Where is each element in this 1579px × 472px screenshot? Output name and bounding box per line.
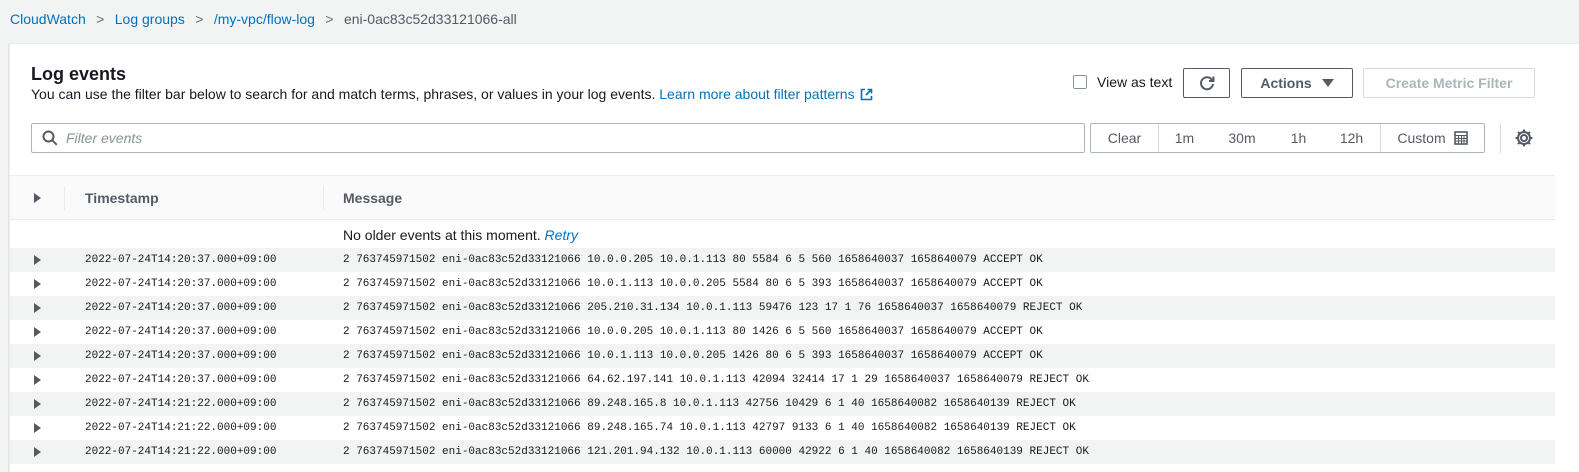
table-row[interactable]: 2022-07-24T14:20:37.000+09:00 2 763745971… xyxy=(10,272,1555,296)
expand-row-icon[interactable] xyxy=(34,303,41,313)
actions-label: Actions xyxy=(1260,75,1312,91)
row-message: 2 763745971502 eni-0ac83c52d33121066 205… xyxy=(343,302,1083,314)
breadcrumb: CloudWatch > Log groups > /my-vpc/flow-l… xyxy=(10,10,517,28)
row-timestamp: 2022-07-24T14:20:37.000+09:00 xyxy=(85,374,277,386)
expand-row-icon[interactable] xyxy=(34,279,41,289)
search-icon xyxy=(42,130,58,146)
notice-text: No older events at this moment. xyxy=(343,227,541,243)
log-events-panel: Log events You can use the filter bar be… xyxy=(9,43,1579,472)
panel-description: You can use the filter bar below to sear… xyxy=(31,86,873,104)
row-timestamp: 2022-07-24T14:20:37.000+09:00 xyxy=(85,278,277,290)
expand-row-icon[interactable] xyxy=(34,375,41,385)
view-as-text-label: View as text xyxy=(1097,74,1173,90)
table-header: Timestamp Message xyxy=(10,175,1555,220)
row-message: 2 763745971502 eni-0ac83c52d33121066 121… xyxy=(343,446,1089,458)
row-timestamp: 2022-07-24T14:20:37.000+09:00 xyxy=(85,302,277,314)
filter-events-box[interactable] xyxy=(31,123,1085,153)
range-1h[interactable]: 1h xyxy=(1274,124,1323,152)
time-range-selector: Clear 1m 30m 1h 12h Custom xyxy=(1090,123,1485,153)
table-row[interactable]: 2022-07-24T14:21:22.000+09:00 2 763745971… xyxy=(10,440,1555,464)
table-row[interactable]: 2022-07-24T14:20:37.000+09:00 2 763745971… xyxy=(10,344,1555,368)
expand-row-icon[interactable] xyxy=(34,399,41,409)
calendar-icon xyxy=(1453,131,1468,145)
view-as-text-checkbox[interactable] xyxy=(1073,75,1087,89)
table-row[interactable]: 2022-07-24T14:20:37.000+09:00 2 763745971… xyxy=(10,320,1555,344)
log-events-table: Timestamp Message No older events at thi… xyxy=(10,175,1555,464)
refresh-icon xyxy=(1198,74,1216,92)
row-message: 2 763745971502 eni-0ac83c52d33121066 89.… xyxy=(343,422,1076,434)
expand-row-icon[interactable] xyxy=(34,327,41,337)
breadcrumb-separator: > xyxy=(325,11,334,27)
breadcrumb-separator: > xyxy=(195,11,204,27)
column-timestamp[interactable]: Timestamp xyxy=(85,176,159,220)
view-as-text-toggle[interactable]: View as text xyxy=(1073,74,1172,90)
description-text: You can use the filter bar below to sear… xyxy=(31,86,656,102)
breadcrumb-separator: > xyxy=(96,11,105,27)
row-timestamp: 2022-07-24T14:20:37.000+09:00 xyxy=(85,350,277,362)
range-12h[interactable]: 12h xyxy=(1323,124,1381,152)
expand-row-icon[interactable] xyxy=(34,423,41,433)
row-message: 2 763745971502 eni-0ac83c52d33121066 89.… xyxy=(343,398,1076,410)
expand-row-icon[interactable] xyxy=(34,255,41,265)
range-custom-label: Custom xyxy=(1397,130,1446,146)
actions-button[interactable]: Actions xyxy=(1241,68,1353,98)
row-message: 2 763745971502 eni-0ac83c52d33121066 10.… xyxy=(343,326,1043,338)
notice-wrap: No older events at this moment. Retry xyxy=(343,227,578,243)
range-1m[interactable]: 1m xyxy=(1159,124,1210,152)
divider xyxy=(1500,123,1501,153)
row-message: 2 763745971502 eni-0ac83c52d33121066 10.… xyxy=(343,254,1043,266)
table-row[interactable]: 2022-07-24T14:20:37.000+09:00 2 763745971… xyxy=(10,368,1555,392)
expand-row-icon[interactable] xyxy=(34,447,41,457)
table-row[interactable]: 2022-07-24T14:21:22.000+09:00 2 763745971… xyxy=(10,416,1555,440)
table-row[interactable]: 2022-07-24T14:21:22.000+09:00 2 763745971… xyxy=(10,392,1555,416)
learn-more-link[interactable]: Learn more about filter patterns xyxy=(659,86,872,102)
row-timestamp: 2022-07-24T14:20:37.000+09:00 xyxy=(85,254,277,266)
external-link-icon xyxy=(860,88,873,104)
no-older-events-notice: No older events at this moment. Retry xyxy=(10,220,1555,248)
refresh-button[interactable] xyxy=(1183,68,1230,98)
row-timestamp: 2022-07-24T14:21:22.000+09:00 xyxy=(85,398,277,410)
breadcrumb-cloudwatch[interactable]: CloudWatch xyxy=(10,11,86,27)
row-timestamp: 2022-07-24T14:21:22.000+09:00 xyxy=(85,446,277,458)
retry-link[interactable]: Retry xyxy=(545,227,578,243)
range-custom[interactable]: Custom xyxy=(1381,124,1484,152)
breadcrumb-log-groups[interactable]: Log groups xyxy=(115,11,185,27)
row-message: 2 763745971502 eni-0ac83c52d33121066 10.… xyxy=(343,350,1043,362)
panel-title: Log events xyxy=(31,64,127,84)
gear-icon[interactable] xyxy=(1514,128,1534,148)
caret-down-icon xyxy=(1321,79,1334,87)
range-30m[interactable]: 30m xyxy=(1210,124,1274,152)
row-timestamp: 2022-07-24T14:20:37.000+09:00 xyxy=(85,326,277,338)
filter-events-input[interactable] xyxy=(66,130,1084,146)
table-row[interactable]: 2022-07-24T14:20:37.000+09:00 2 763745971… xyxy=(10,248,1555,272)
column-message[interactable]: Message xyxy=(343,176,402,220)
row-timestamp: 2022-07-24T14:21:22.000+09:00 xyxy=(85,422,277,434)
column-divider xyxy=(64,186,65,210)
learn-more-label: Learn more about filter patterns xyxy=(659,86,855,102)
expand-row-icon[interactable] xyxy=(34,351,41,361)
column-divider xyxy=(323,186,324,210)
range-clear[interactable]: Clear xyxy=(1091,124,1159,152)
row-message: 2 763745971502 eni-0ac83c52d33121066 64.… xyxy=(343,374,1089,386)
breadcrumb-current: eni-0ac83c52d33121066-all xyxy=(343,11,517,27)
breadcrumb-log-group[interactable]: /my-vpc/flow-log xyxy=(214,11,315,27)
row-message: 2 763745971502 eni-0ac83c52d33121066 10.… xyxy=(343,278,1043,290)
expand-all-icon[interactable] xyxy=(34,193,41,203)
table-row[interactable]: 2022-07-24T14:20:37.000+09:00 2 763745971… xyxy=(10,296,1555,320)
create-metric-filter-button[interactable]: Create Metric Filter xyxy=(1363,68,1535,98)
